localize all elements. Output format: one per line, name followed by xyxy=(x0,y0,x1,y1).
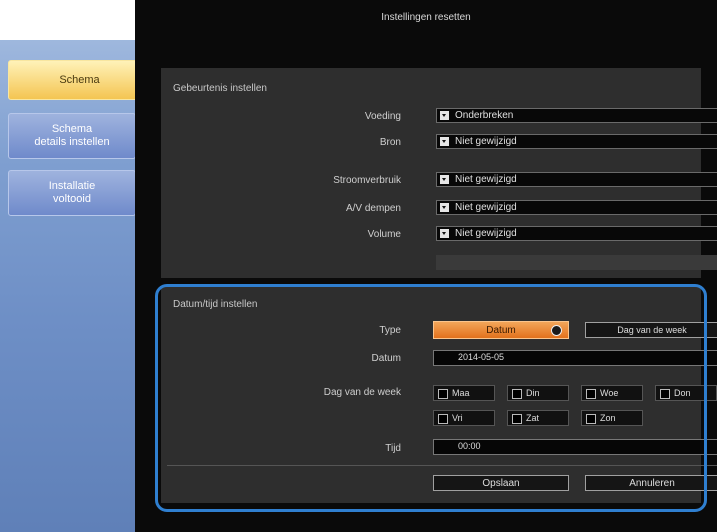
tab-installation-complete[interactable]: Installatie voltooid xyxy=(8,170,136,216)
event-settings-title: Gebeurtenis instellen xyxy=(173,83,267,94)
sidebar-top-spacer xyxy=(0,0,135,40)
av-mute-value: Niet gewijzigd xyxy=(455,202,517,213)
tab-schema-details[interactable]: Schema details instellen xyxy=(8,113,136,159)
source-dropdown[interactable]: Niet gewijzigd xyxy=(436,134,717,149)
dialog-title: Instellingen resetten xyxy=(381,11,471,23)
tab-installation-complete-label: Installatie voltooid xyxy=(48,180,96,205)
av-mute-label: A/V dempen xyxy=(345,203,401,214)
tab-schema-details-label: Schema details instellen xyxy=(34,123,110,148)
tab-schema[interactable]: Schema xyxy=(8,60,151,100)
event-settings-panel: Gebeurtenis instellen Voeding Onderbreke… xyxy=(161,68,717,278)
source-value: Niet gewijzigd xyxy=(455,136,517,147)
power-dropdown[interactable]: Onderbreken xyxy=(436,108,717,123)
empty-slider[interactable] xyxy=(436,255,717,270)
power-label: Voeding xyxy=(364,111,401,122)
power-value: Onderbreken xyxy=(455,110,514,121)
dropdown-arrow-icon xyxy=(440,111,449,120)
volume-label: Volume xyxy=(367,229,401,240)
dropdown-arrow-icon xyxy=(440,229,449,238)
dropdown-arrow-icon xyxy=(440,203,449,212)
source-label: Bron xyxy=(379,137,401,148)
dropdown-arrow-icon xyxy=(440,137,449,146)
power-consumption-dropdown[interactable]: Niet gewijzigd xyxy=(436,172,717,187)
highlight-frame xyxy=(155,284,707,512)
volume-value: Niet gewijzigd xyxy=(455,228,517,239)
dropdown-arrow-icon xyxy=(440,175,449,184)
volume-dropdown[interactable]: Niet gewijzigd xyxy=(436,226,717,241)
power-consumption-label: Stroomverbruik xyxy=(333,175,401,186)
power-consumption-value: Niet gewijzigd xyxy=(455,174,517,185)
av-mute-dropdown[interactable]: Niet gewijzigd xyxy=(436,200,717,215)
tab-schema-label: Schema xyxy=(59,73,100,86)
